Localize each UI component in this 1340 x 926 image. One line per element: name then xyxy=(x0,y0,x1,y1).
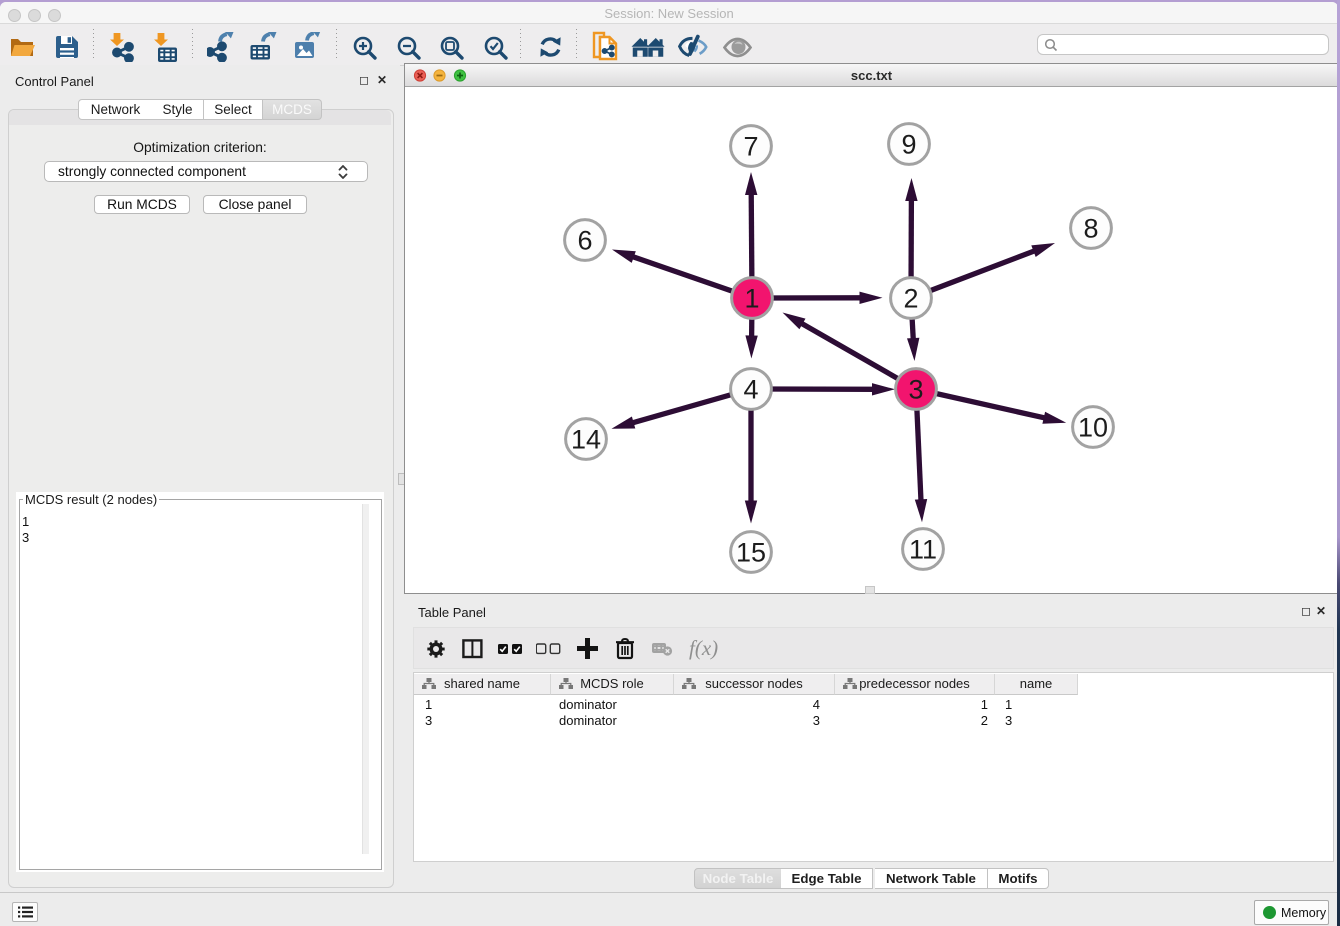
svg-text:2: 2 xyxy=(903,284,918,314)
svg-text:4: 4 xyxy=(743,375,758,405)
svg-text:11: 11 xyxy=(909,535,937,565)
svg-text:6: 6 xyxy=(577,226,592,256)
svg-text:14: 14 xyxy=(571,425,601,455)
svg-text:3: 3 xyxy=(908,375,923,405)
svg-text:10: 10 xyxy=(1078,413,1108,443)
svg-text:1: 1 xyxy=(744,284,759,314)
svg-text:9: 9 xyxy=(901,130,916,160)
svg-text:8: 8 xyxy=(1083,214,1098,244)
svg-text:15: 15 xyxy=(736,538,766,568)
svg-text:7: 7 xyxy=(743,132,758,162)
